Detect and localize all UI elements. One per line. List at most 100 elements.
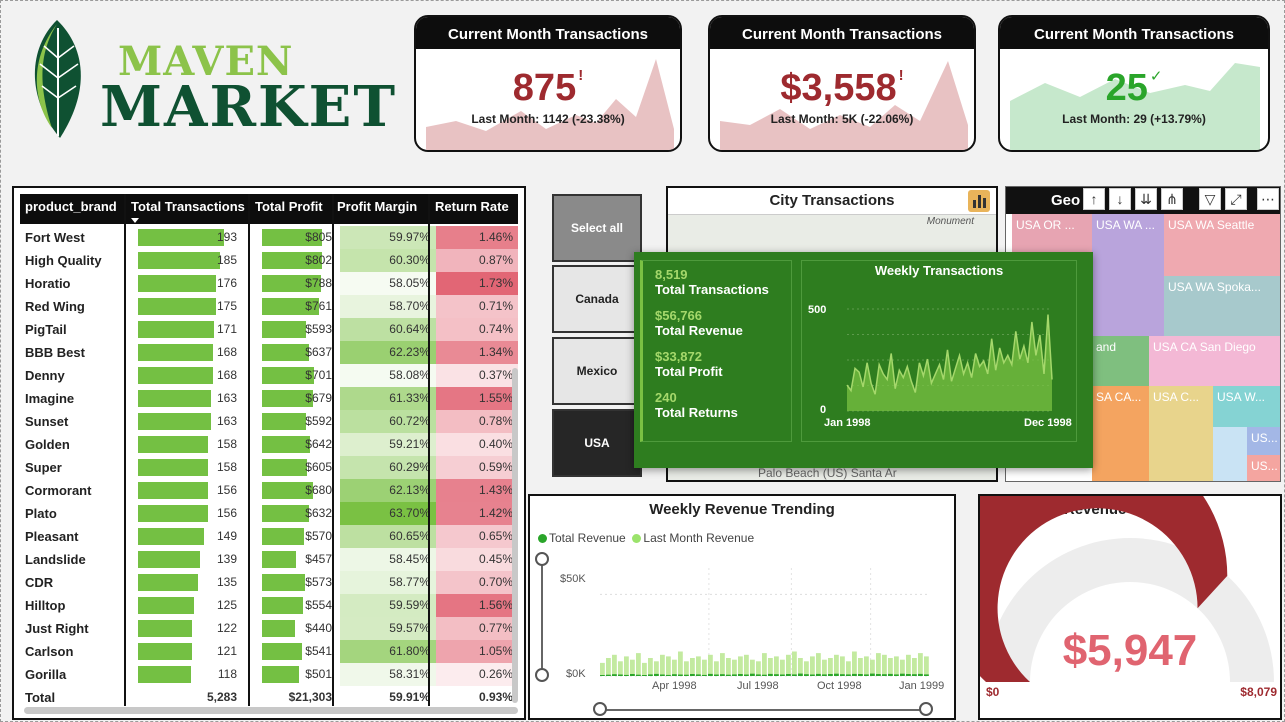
transactions-value: 168 <box>216 368 237 382</box>
col-total-profit[interactable]: Total Profit <box>250 194 334 224</box>
total-revenue-bar <box>732 674 737 676</box>
total-revenue-bar <box>864 674 869 676</box>
col-return-rate[interactable]: Return Rate <box>430 194 520 224</box>
expand-next-level-icon[interactable]: ⇊ <box>1135 188 1157 210</box>
drill-up-icon[interactable]: ↑ <box>1083 188 1105 210</box>
treemap-tile[interactable]: SA CA... <box>1092 386 1149 481</box>
treemap-tile[interactable]: USA C... <box>1149 386 1213 481</box>
margin-value: 60.72% <box>340 410 436 433</box>
table-row[interactable]: High Quality 185 $802 60.30% 0.87% <box>20 249 518 272</box>
table-row[interactable]: BBB Best 168 $637 62.23% 1.34% <box>20 341 518 364</box>
treemap-tile[interactable]: US... <box>1247 455 1280 481</box>
treemap-tile[interactable]: and <box>1092 336 1149 386</box>
brand-name: Gorilla <box>25 667 67 682</box>
kpi-title: Current Month Transactions <box>416 17 680 49</box>
return-rate-value: 0.26% <box>436 663 518 686</box>
last-month-revenue-bar <box>738 656 743 676</box>
last-month-revenue-bar <box>870 659 875 676</box>
table-row[interactable]: Imagine 163 $679 61.33% 1.55% <box>20 387 518 410</box>
table-total-row[interactable]: Total 5,283 $21,303 59.91% 0.93% <box>20 686 518 709</box>
brand-name: Denny <box>25 368 65 383</box>
weekly-transactions-chart: Weekly Transactions 500 0 Jan 1998 Dec 1… <box>801 260 1077 442</box>
last-month-revenue-bar <box>792 651 797 676</box>
table-row[interactable]: PigTail 171 $593 60.64% 0.74% <box>20 318 518 341</box>
total-revenue-bar <box>852 673 857 676</box>
table-row[interactable]: Pleasant 149 $570 60.65% 0.65% <box>20 525 518 548</box>
table-row[interactable]: Carlson 121 $541 61.80% 1.05% <box>20 640 518 663</box>
table-row[interactable]: Red Wing 175 $761 58.70% 0.71% <box>20 295 518 318</box>
kpi-card-transactions[interactable]: Current Month Transactions 875! Last Mon… <box>414 15 682 152</box>
more-options-icon[interactable]: ⋯ <box>1257 188 1279 210</box>
drill-expand-icon[interactable]: ⋔ <box>1161 188 1183 210</box>
total-revenue-bar <box>714 674 719 676</box>
last-month-revenue-bar <box>690 658 695 676</box>
x-range-slider-handle-right[interactable] <box>919 702 933 716</box>
last-month-revenue-bar <box>810 656 815 676</box>
col-total-transactions[interactable]: Total Transactions <box>126 194 252 224</box>
kpi-card-revenue[interactable]: Current Month Transactions $3,558! Last … <box>708 15 976 152</box>
brand-name: Horatio <box>25 276 71 291</box>
slicer-canada[interactable]: Canada <box>552 265 642 333</box>
margin-value: 60.64% <box>340 318 436 341</box>
treemap-tile[interactable]: USA WA ... <box>1092 214 1164 336</box>
focus-mode-icon[interactable]: ⤢ <box>1225 188 1247 210</box>
last-month-revenue-bar <box>840 656 845 676</box>
total-revenue-bar <box>678 674 683 676</box>
treemap-tile[interactable]: USA CA San Diego <box>1149 336 1280 386</box>
map-focus-icon[interactable] <box>968 190 990 212</box>
tile-label: US... <box>1251 431 1278 445</box>
total-revenue-bar <box>738 674 743 676</box>
profit-value: $642 <box>305 437 332 451</box>
return-rate-value: 1.55% <box>436 387 518 410</box>
profit-value: $805 <box>305 230 332 244</box>
metric-label: Total Transactions <box>655 282 769 297</box>
gauge-max-label: $8,079 <box>1240 685 1277 699</box>
table-row[interactable]: Golden 158 $642 59.21% 0.40% <box>20 433 518 456</box>
table-row[interactable]: Fort West 193 $805 59.97% 1.46% <box>20 226 518 249</box>
table-row[interactable]: Hilltop 125 $554 59.59% 1.56% <box>20 594 518 617</box>
table-row[interactable]: Gorilla 118 $501 58.31% 0.26% <box>20 663 518 686</box>
treemap-tile[interactable]: US... <box>1247 427 1280 455</box>
table-row[interactable]: Landslide 139 $457 58.45% 0.45% <box>20 548 518 571</box>
transactions-value: 125 <box>216 598 237 612</box>
slicer-usa[interactable]: USA <box>552 409 642 477</box>
col-profit-margin[interactable]: Profit Margin <box>332 194 428 224</box>
treemap-tile[interactable]: USA W... <box>1213 386 1280 427</box>
slicer-select-all[interactable]: Select all <box>552 194 642 262</box>
profit-value: $761 <box>305 299 332 313</box>
table-row[interactable]: Super 158 $605 60.29% 0.59% <box>20 456 518 479</box>
drill-down-icon[interactable]: ↓ <box>1109 188 1131 210</box>
table-row[interactable]: Horatio 176 $788 58.05% 1.73% <box>20 272 518 295</box>
kpi-card-returns[interactable]: Current Month Transactions 25 ✓ Last Mont… <box>998 15 1270 152</box>
return-rate-value: 1.34% <box>436 341 518 364</box>
slicer-mexico[interactable]: Mexico <box>552 337 642 405</box>
last-month-revenue-bar <box>858 658 863 676</box>
brand-name: Imagine <box>25 391 75 406</box>
treemap-tile[interactable]: USA WA Spoka... <box>1164 276 1280 336</box>
table-row[interactable]: Plato 156 $632 63.70% 1.42% <box>20 502 518 525</box>
col-product-brand[interactable]: product_brand <box>20 194 132 224</box>
treemap-tile[interactable]: USA WA Seattle <box>1164 214 1280 276</box>
total-revenue-bar <box>660 674 665 676</box>
table-row[interactable]: CDR 135 $573 58.77% 0.70% <box>20 571 518 594</box>
y-range-slider-handle-bottom[interactable] <box>535 668 549 682</box>
y-range-slider-handle-top[interactable] <box>535 552 549 566</box>
table-row[interactable]: Denny 168 $701 58.08% 0.37% <box>20 364 518 387</box>
x-range-slider-handle-left[interactable] <box>593 702 607 716</box>
total-revenue-bar <box>666 674 671 676</box>
table-row[interactable]: Cormorant 156 $680 62.13% 1.43% <box>20 479 518 502</box>
margin-value: 59.21% <box>340 433 436 456</box>
tile-label: USA CA San Diego <box>1153 340 1256 354</box>
table-row[interactable]: Just Right 122 $440 59.57% 0.77% <box>20 617 518 640</box>
treemap-tile-unlabeled[interactable] <box>1213 427 1247 481</box>
table-horizontal-scrollbar[interactable] <box>24 707 518 714</box>
x-range-slider-track <box>600 709 926 711</box>
last-month-revenue-bar <box>882 654 887 676</box>
transactions-value: 158 <box>216 460 237 474</box>
last-month-revenue-bar <box>852 651 857 676</box>
total-revenue-bar <box>630 674 635 676</box>
weekly-transactions-area <box>846 308 1053 412</box>
table-row[interactable]: Sunset 163 $592 60.72% 0.78% <box>20 410 518 433</box>
table-vertical-scrollbar[interactable] <box>512 368 518 703</box>
filter-icon[interactable]: ▽ <box>1199 188 1221 210</box>
